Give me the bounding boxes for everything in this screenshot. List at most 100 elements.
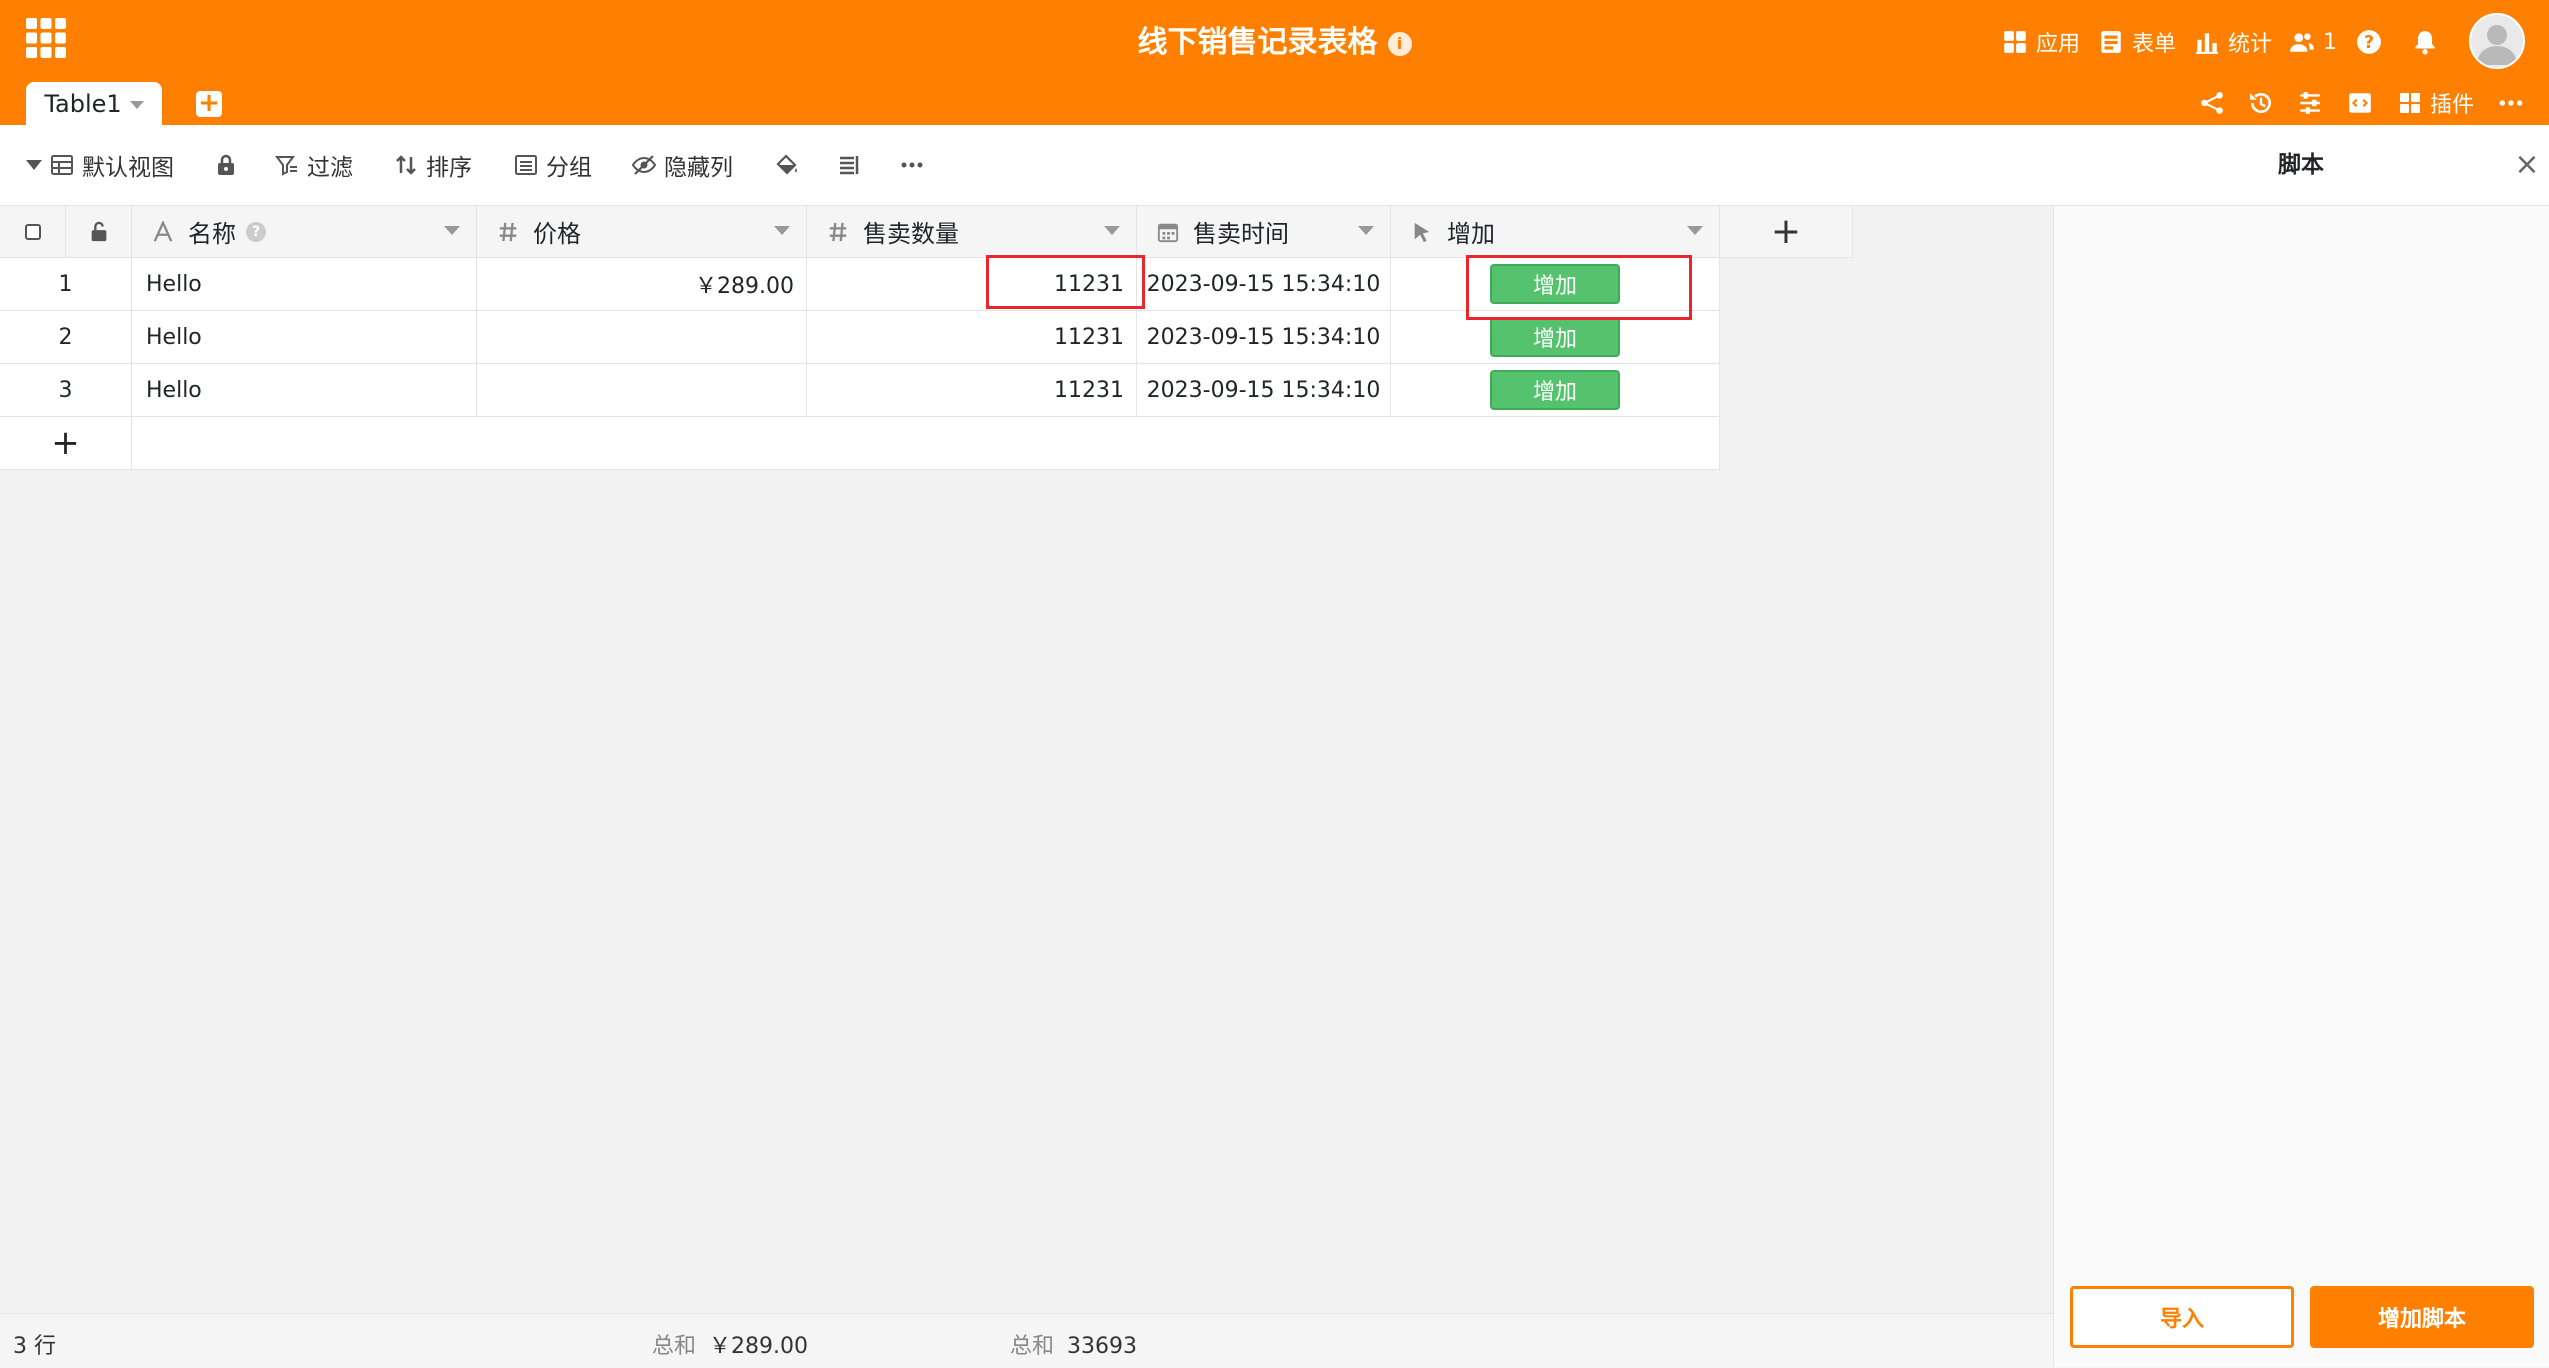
collaborators-button[interactable]: 1: [2289, 22, 2337, 62]
cell-price[interactable]: [477, 311, 807, 364]
plugins-label: 插件: [2430, 93, 2475, 118]
chevron-down-icon[interactable]: [1358, 226, 1374, 235]
share-icon[interactable]: [2197, 88, 2227, 118]
column-label: 增加: [1447, 220, 1495, 248]
tab-table1[interactable]: Table1: [26, 82, 162, 125]
notifications-button[interactable]: [2412, 22, 2438, 62]
forms-button[interactable]: 表单: [2098, 22, 2176, 62]
settings-sliders-icon[interactable]: [2295, 88, 2325, 118]
info-icon[interactable]: i: [1387, 32, 1412, 56]
caret-down-icon: [26, 160, 42, 170]
column-header-add[interactable]: 增加: [1391, 206, 1720, 258]
row-number[interactable]: 3: [0, 364, 132, 417]
cursor-icon: [1414, 222, 1430, 242]
form-icon: [2101, 31, 2121, 53]
row-index: 3: [58, 377, 73, 403]
code-icon[interactable]: [2345, 88, 2375, 118]
svg-text:?: ?: [2364, 33, 2374, 53]
column-label: 名称: [188, 220, 236, 248]
cell-text: ￥289.00: [695, 274, 794, 299]
cell-button: 增加: [1391, 364, 1720, 417]
history-icon[interactable]: [2246, 88, 2276, 118]
chevron-down-icon[interactable]: [444, 226, 460, 235]
cell-time[interactable]: 2023-09-15 15:34:10: [1137, 258, 1391, 311]
add-row-action-button[interactable]: 增加: [1490, 317, 1620, 357]
lock-icon[interactable]: [209, 146, 243, 184]
users-icon: [2290, 33, 2314, 52]
script-panel: [2053, 125, 2549, 1367]
cell-text: 11231: [1054, 324, 1124, 350]
column-header-time[interactable]: 售卖时间: [1137, 206, 1391, 258]
select-all-checkbox[interactable]: [0, 206, 66, 258]
help-icon[interactable]: ?: [246, 221, 266, 242]
calendar-icon: [1157, 223, 1179, 242]
cell-name[interactable]: Hello: [132, 258, 477, 311]
page-title[interactable]: 线下销售记录表格: [1138, 25, 1378, 60]
plugins-button[interactable]: 插件: [2398, 87, 2474, 119]
add-row-button[interactable]: +: [0, 417, 132, 470]
quantity-sum[interactable]: 总和 33693: [1010, 1328, 1137, 1360]
paint-bucket-icon[interactable]: [770, 146, 804, 184]
hide-columns-button[interactable]: 隐藏列: [632, 146, 733, 184]
cell-quantity[interactable]: 11231: [807, 311, 1137, 364]
cell-name[interactable]: Hello: [132, 311, 477, 364]
forms-label: 表单: [2132, 32, 2177, 57]
group-label: 分组: [546, 155, 592, 181]
import-button[interactable]: 导入: [2070, 1286, 2294, 1348]
column-header-price[interactable]: 价格: [477, 206, 807, 258]
add-row-area[interactable]: [132, 417, 1720, 470]
more-options-icon[interactable]: [895, 146, 929, 184]
sort-label: 排序: [426, 155, 472, 181]
add-table-icon[interactable]: +: [196, 90, 222, 117]
apps-icon: [2004, 31, 2026, 53]
filter-button[interactable]: 过滤: [275, 146, 353, 184]
tab-label: Table1: [44, 89, 122, 118]
cell-text: Hello: [146, 271, 202, 297]
row-height-icon[interactable]: [832, 146, 866, 184]
column-header-name[interactable]: 名称 ?: [132, 206, 477, 258]
cell-text: 11231: [1054, 377, 1124, 403]
cell-text: Hello: [146, 324, 202, 350]
more-icon[interactable]: [2496, 88, 2526, 118]
cell-quantity[interactable]: 11231: [807, 364, 1137, 417]
text-icon: [153, 220, 173, 242]
view-selector[interactable]: 默认视图: [26, 146, 174, 184]
sort-icon: [396, 155, 416, 175]
number-icon: [499, 222, 517, 241]
chevron-down-icon[interactable]: [774, 226, 790, 235]
cell-price[interactable]: ￥289.00: [477, 258, 807, 311]
cell-time[interactable]: 2023-09-15 15:34:10: [1137, 311, 1391, 364]
add-row-action-button[interactable]: 增加: [1490, 264, 1620, 304]
add-column-button[interactable]: +: [1720, 206, 1853, 258]
help-button[interactable]: ?: [2356, 22, 2382, 62]
cell-price[interactable]: [477, 364, 807, 417]
column-label: 价格: [533, 220, 581, 248]
cell-quantity[interactable]: 11231: [807, 258, 1137, 311]
cell-time[interactable]: 2023-09-15 15:34:10: [1137, 364, 1391, 417]
bell-icon: [2415, 31, 2435, 55]
row-number[interactable]: 1: [0, 258, 132, 311]
plus-icon: +: [51, 423, 80, 463]
stats-button[interactable]: 统计: [2194, 22, 2272, 62]
hide-columns-label: 隐藏列: [664, 155, 733, 181]
price-sum[interactable]: 总和 ￥289.00: [652, 1328, 808, 1360]
group-button[interactable]: 分组: [514, 146, 592, 184]
add-row-action-button[interactable]: 增加: [1490, 370, 1620, 410]
column-header-quantity[interactable]: 售卖数量: [807, 206, 1137, 258]
chevron-down-icon[interactable]: [1104, 226, 1120, 235]
cell-name[interactable]: Hello: [132, 364, 477, 417]
avatar[interactable]: [2469, 13, 2525, 69]
sort-button[interactable]: 排序: [394, 146, 472, 184]
cell-button: 增加: [1391, 311, 1720, 364]
add-script-button[interactable]: 增加脚本: [2310, 1286, 2534, 1348]
app-grid-icon[interactable]: [26, 18, 66, 58]
row-number[interactable]: 2: [0, 311, 132, 364]
number-icon: [829, 222, 847, 241]
cell-text: Hello: [146, 377, 202, 403]
close-icon[interactable]: ×: [2512, 150, 2542, 180]
chevron-down-icon[interactable]: [1687, 226, 1703, 235]
apps-button[interactable]: 应用: [2002, 22, 2080, 62]
view-label: 默认视图: [82, 155, 174, 181]
group-icon: [515, 155, 537, 175]
unlock-icon[interactable]: [66, 206, 132, 258]
